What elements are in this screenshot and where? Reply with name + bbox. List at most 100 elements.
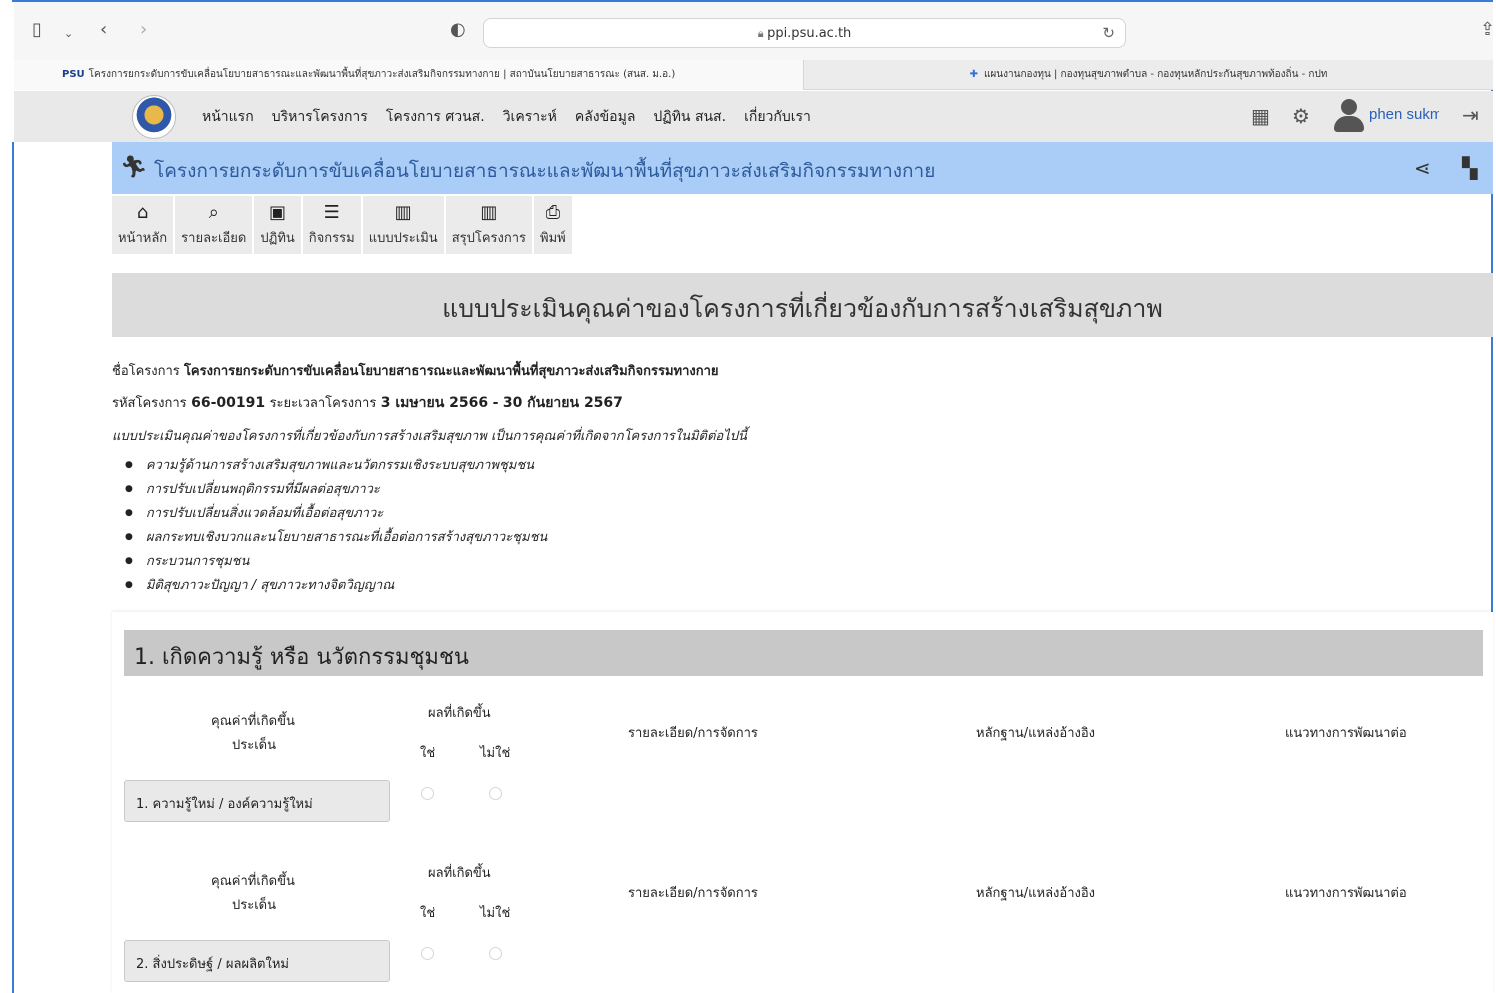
forward-icon[interactable]: › — [140, 20, 147, 40]
question-row: คุณค่าที่เกิดขึ้น ประเด็น ผลที่เกิดขึ้น … — [112, 700, 1493, 850]
yes-radio[interactable] — [421, 947, 434, 960]
nav-data[interactable]: คลังข้อมูล — [575, 106, 636, 128]
window-border-left — [12, 142, 14, 993]
project-name-line: ชื่อโครงการ โครงการยกระดับการขับเคลื่อนโ… — [112, 360, 719, 381]
calendar-icon: ▣ — [269, 202, 287, 223]
share-icon[interactable]: ⋖ — [1414, 156, 1431, 180]
nav-about[interactable]: เกี่ยวกับเรา — [744, 106, 811, 128]
yes-radio[interactable] — [421, 787, 434, 800]
chevron-down-icon[interactable]: ⌄ — [64, 24, 73, 44]
project-toolbar: ⌂ หน้าหลัก ⌕ รายละเอียด ▣ ปฏิทิน ☰ กิจกรรม ▥… — [112, 196, 572, 254]
main-nav: หน้าแรก บริหารโครงการ โครงการ ศวนส. วิเค… — [202, 106, 829, 128]
address-bar[interactable]: 🔒︎ ppi.psu.ac.th ↻ — [483, 18, 1126, 48]
toolbar-home-button[interactable]: ⌂ หน้าหลัก — [112, 196, 174, 254]
toolbar-detail-button[interactable]: ⌕ รายละเอียด — [175, 196, 253, 254]
back-icon[interactable]: ‹ — [100, 20, 107, 40]
site-logo[interactable] — [132, 95, 176, 139]
reload-icon[interactable]: ↻ — [1102, 24, 1115, 42]
toolbar-label: พิมพ์ — [540, 231, 566, 246]
result-column-header: ผลที่เกิดขึ้น — [428, 706, 491, 721]
detail-column-header: รายละเอียด/การจัดการ — [628, 726, 758, 741]
shield-icon[interactable]: ◐ — [450, 20, 466, 40]
nav-analysis[interactable]: วิเคราะห์ — [503, 106, 557, 128]
period-separator: - — [492, 395, 499, 411]
issue-column-header: ประเด็น — [232, 738, 276, 753]
issue-field: 1. ความรู้ใหม่ / องค์ความรู้ใหม่ — [124, 780, 390, 822]
toolbar-evaluation-button[interactable]: ▥ แบบประเมิน — [362, 196, 444, 254]
share-icon[interactable]: ⇪ — [1480, 20, 1495, 40]
lock-icon: 🔒︎ — [757, 27, 768, 40]
toolbar-label: สรุปโครงการ — [451, 231, 527, 246]
intro-text: แบบประเมินคุณค่าของโครงการที่เกี่ยวข้องก… — [112, 429, 747, 444]
clipboard-icon: ☰ — [323, 202, 340, 223]
value-column-header: คุณค่าที่เกิดขึ้น — [211, 714, 295, 729]
project-name: โครงการยกระดับการขับเคลื่อนโยบายสาธารณะแ… — [183, 364, 719, 379]
nav-home[interactable]: หน้าแรก — [202, 106, 254, 128]
evidence-column-header: หลักฐาน/แหล่งอ้างอิง — [976, 886, 1096, 901]
development-column-header: แนวทางการพัฒนาต่อ — [1285, 726, 1407, 741]
gear-icon[interactable]: ⚙ — [1292, 104, 1310, 128]
toolbar-summary-button[interactable]: ▥ สรุปโครงการ — [445, 196, 533, 254]
dashboard-icon[interactable]: ▚ — [1462, 156, 1477, 180]
tab-title: แผนงานกองทุน | กองทุนสุขภาพตำบล - กองทุน… — [983, 69, 1328, 80]
list-item: ผลกระทบเชิงบวกและนโยบายสาธารณะที่เอื้อต่… — [125, 529, 547, 553]
result-column-header: ผลที่เกิดขึ้น — [428, 866, 491, 881]
no-radio[interactable] — [489, 947, 502, 960]
tab-strip: PSU โครงการยกระดับการขับเคลื่อนโยบายสาธาร… — [14, 60, 1493, 90]
yes-label: ใช่ — [420, 746, 436, 761]
nav-calendar[interactable]: ปฏิทิน สนส. — [653, 106, 726, 128]
value-column-header: คุณค่าที่เกิดขึ้น — [211, 874, 295, 889]
psu-favicon: PSU — [62, 69, 85, 80]
project-banner: 🏃︎ โครงการยกระดับการขับเคลื่อนโยบายสาธาร… — [112, 142, 1493, 194]
nav-projects[interactable]: โครงการ ศวนส. — [386, 106, 485, 128]
tab-fund[interactable]: ✚ แผนงานกองทุน | กองทุนสุขภาพตำบล - กองทุ… — [804, 60, 1493, 90]
list-item: การปรับเปลี่ยนสิ่งแวดล้อมที่เอื้อต่อสุขภ… — [125, 505, 547, 529]
dimension-list: ความรู้ด้านการสร้างเสริมสุขภาพและนวัตกรร… — [125, 457, 547, 601]
no-radio[interactable] — [489, 787, 502, 800]
list-item: การปรับเปลี่ยนพฤติกรรมที่มีผลต่อสุขภาวะ — [125, 481, 547, 505]
page-title: แบบประเมินคุณค่าของโครงการที่เกี่ยวข้องก… — [442, 294, 1163, 323]
issue-field: 2. สิ่งประดิษฐ์ / ผลผลิตใหม่ — [124, 940, 390, 982]
project-name-label: ชื่อโครงการ — [112, 364, 180, 379]
yes-label: ใช่ — [420, 906, 436, 921]
toolbar-label: กิจกรรม — [308, 231, 355, 246]
list-item: กระบวนการชุมชน — [125, 553, 547, 577]
logout-icon[interactable]: ⇥ — [1462, 103, 1479, 127]
toolbar-label: หน้าหลัก — [118, 231, 168, 246]
home-icon: ⌂ — [136, 202, 149, 223]
list-item: มิติสุขภาวะปัญญา / สุขภาวะทางจิตวิญญาณ — [125, 577, 547, 601]
issue-text: 2. สิ่งประดิษฐ์ / ผลผลิตใหม่ — [136, 957, 289, 972]
username[interactable]: phen sukm — [1369, 106, 1439, 123]
url-text: ppi.psu.ac.th — [767, 26, 852, 41]
running-person-icon: 🏃︎ — [120, 155, 148, 180]
toolbar-activity-button[interactable]: ☰ กิจกรรม — [302, 196, 361, 254]
browser-toolbar: ▯ ⌄ ‹ › ◐ 🔒︎ ppi.psu.ac.th ↻ ⇪ — [14, 2, 1495, 60]
toolbar-calendar-button[interactable]: ▣ ปฏิทิน — [254, 196, 301, 254]
detail-column-header: รายละเอียด/การจัดการ — [628, 886, 758, 901]
period-label: ระยะเวลาโครงการ — [269, 396, 377, 411]
puzzle-icon: ✚ — [969, 69, 978, 80]
section-title: 1. เกิดความรู้ หรือ นวัตกรรมชุมชน — [134, 645, 469, 670]
tab-project[interactable]: PSU โครงการยกระดับการขับเคลื่อนโยบายสาธาร… — [14, 60, 804, 90]
banner-title[interactable]: โครงการยกระดับการขับเคลื่อนโยบายสาธารณะแ… — [154, 156, 935, 186]
toolbar-label: แบบประเมิน — [368, 231, 438, 246]
avatar[interactable] — [1332, 99, 1364, 133]
period-end: 30 กันยายน 2567 — [502, 395, 623, 411]
question-row: คุณค่าที่เกิดขึ้น ประเด็น ผลที่เกิดขึ้น … — [112, 860, 1493, 993]
sidebar-toggle-icon[interactable]: ▯ — [32, 20, 42, 40]
printer-icon: ⎙ — [545, 202, 561, 223]
toolbar-label: รายละเอียด — [181, 231, 247, 246]
search-doc-icon: ⌕ — [208, 202, 219, 223]
toolbar-print-button[interactable]: ⎙ พิมพ์ — [534, 196, 572, 254]
development-column-header: แนวทางการพัฒนาต่อ — [1285, 886, 1407, 901]
project-code-label: รหัสโครงการ — [112, 396, 187, 411]
section-card: 1. เกิดความรู้ หรือ นวัตกรรมชุมชน คุณค่า… — [112, 612, 1493, 993]
issue-column-header: ประเด็น — [232, 898, 276, 913]
apps-grid-icon[interactable]: ▦ — [1251, 104, 1270, 128]
toolbar-label: ปฏิทิน — [260, 231, 295, 246]
section-header: 1. เกิดความรู้ หรือ นวัตกรรมชุมชน — [124, 630, 1483, 676]
nav-project-admin[interactable]: บริหารโครงการ — [272, 106, 368, 128]
project-code-line: รหัสโครงการ 66-00191 ระยะเวลาโครงการ 3 เ… — [112, 392, 623, 414]
list-item: ความรู้ด้านการสร้างเสริมสุขภาพและนวัตกรร… — [125, 457, 547, 481]
evidence-column-header: หลักฐาน/แหล่งอ้างอิง — [976, 726, 1096, 741]
